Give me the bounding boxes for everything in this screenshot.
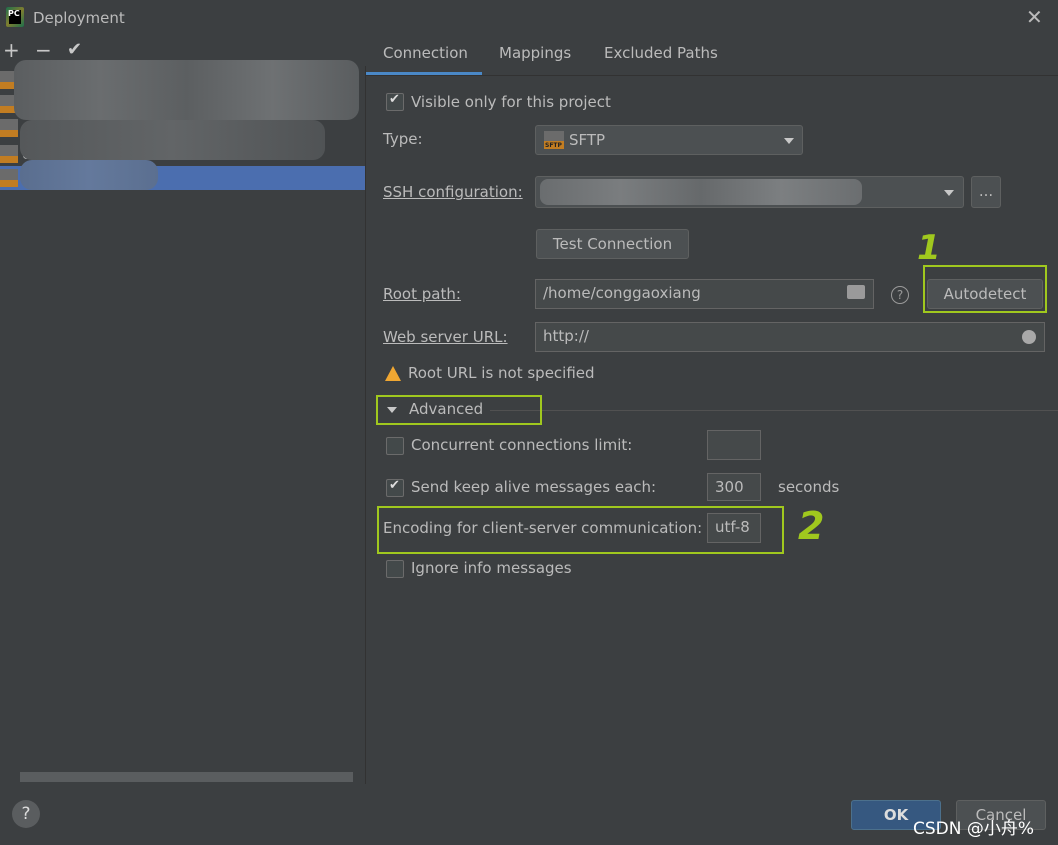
keep-alive-label: Send keep alive messages each: [411, 478, 657, 496]
tab-connection[interactable]: Connection [383, 44, 468, 62]
folder-icon[interactable] [847, 285, 865, 299]
ignore-info-label: Ignore info messages [411, 559, 572, 577]
close-icon[interactable]: ✕ [1026, 7, 1043, 27]
title-bar [0, 0, 1058, 36]
server-list-panel: co [0, 60, 366, 784]
annotation-mark-2: 2 [798, 504, 825, 548]
ssh-configuration-label: SSH configuration: [383, 183, 523, 201]
tab-bar: Connection Mappings Excluded Paths [366, 38, 1058, 76]
csdn-watermark: CSDN @小舟% [913, 819, 1035, 839]
remove-server-button[interactable]: − [35, 38, 52, 62]
blurred-region [540, 179, 862, 205]
test-connection-button[interactable]: Test Connection [536, 229, 689, 259]
keep-alive-input[interactable]: 300 [707, 473, 761, 501]
web-server-url-input[interactable]: http:// [535, 322, 1045, 352]
sftp-icon: SFTP [544, 131, 564, 149]
keep-alive-checkbox[interactable] [386, 478, 404, 497]
apply-server-button[interactable]: ✔ [67, 38, 82, 62]
root-path-label: Root path: [383, 285, 461, 303]
ignore-info-checkbox[interactable] [386, 560, 404, 578]
sftp-server-icon [0, 145, 18, 163]
ssh-browse-button[interactable]: ... [971, 176, 1001, 208]
warning-icon [385, 366, 401, 381]
warning-text: Root URL is not specified [408, 364, 595, 382]
pycharm-logo-icon: PC [6, 7, 24, 27]
annotation-highlight-advanced [376, 395, 542, 425]
chevron-down-icon [944, 190, 954, 196]
concurrent-connections-checkbox[interactable] [386, 437, 404, 455]
annotation-mark-1: 1 [917, 228, 941, 268]
sftp-server-warning-icon [0, 169, 18, 187]
help-button[interactable]: ? [12, 800, 40, 828]
window-title: Deployment [33, 9, 125, 27]
type-value: SFTP [569, 131, 606, 149]
type-label: Type: [383, 130, 423, 148]
root-path-value: /home/conggaoxiang [543, 284, 701, 302]
type-combobox[interactable]: SFTP SFTP [535, 125, 803, 155]
help-circle-icon[interactable]: ? [891, 286, 909, 304]
blurred-region [20, 120, 325, 160]
concurrent-connections-label: Concurrent connections limit: [411, 436, 633, 454]
blurred-region [14, 60, 359, 120]
keep-alive-unit: seconds [778, 478, 840, 496]
web-server-url-label: Web server URL: [383, 328, 508, 346]
keep-alive-value: 300 [715, 478, 744, 496]
tab-mappings[interactable]: Mappings [499, 44, 571, 62]
section-divider [490, 410, 1058, 411]
active-tab-indicator [366, 72, 482, 75]
annotation-highlight-encoding [377, 506, 784, 554]
web-server-url-value: http:// [543, 327, 589, 345]
horizontal-scrollbar[interactable] [20, 772, 353, 782]
globe-icon[interactable] [1022, 330, 1036, 344]
ssh-configuration-combobox[interactable] [535, 176, 964, 208]
visible-only-label: Visible only for this project [411, 93, 611, 111]
chevron-down-icon [784, 138, 794, 144]
visible-only-checkbox[interactable] [386, 92, 404, 111]
tab-excluded-paths[interactable]: Excluded Paths [604, 44, 718, 62]
blurred-region [20, 160, 158, 190]
root-path-input[interactable]: /home/conggaoxiang [535, 279, 874, 309]
add-server-button[interactable]: + [3, 38, 20, 62]
annotation-highlight-autodetect [923, 265, 1047, 313]
concurrent-connections-input[interactable] [707, 430, 761, 460]
sftp-server-warning-icon [0, 119, 18, 137]
